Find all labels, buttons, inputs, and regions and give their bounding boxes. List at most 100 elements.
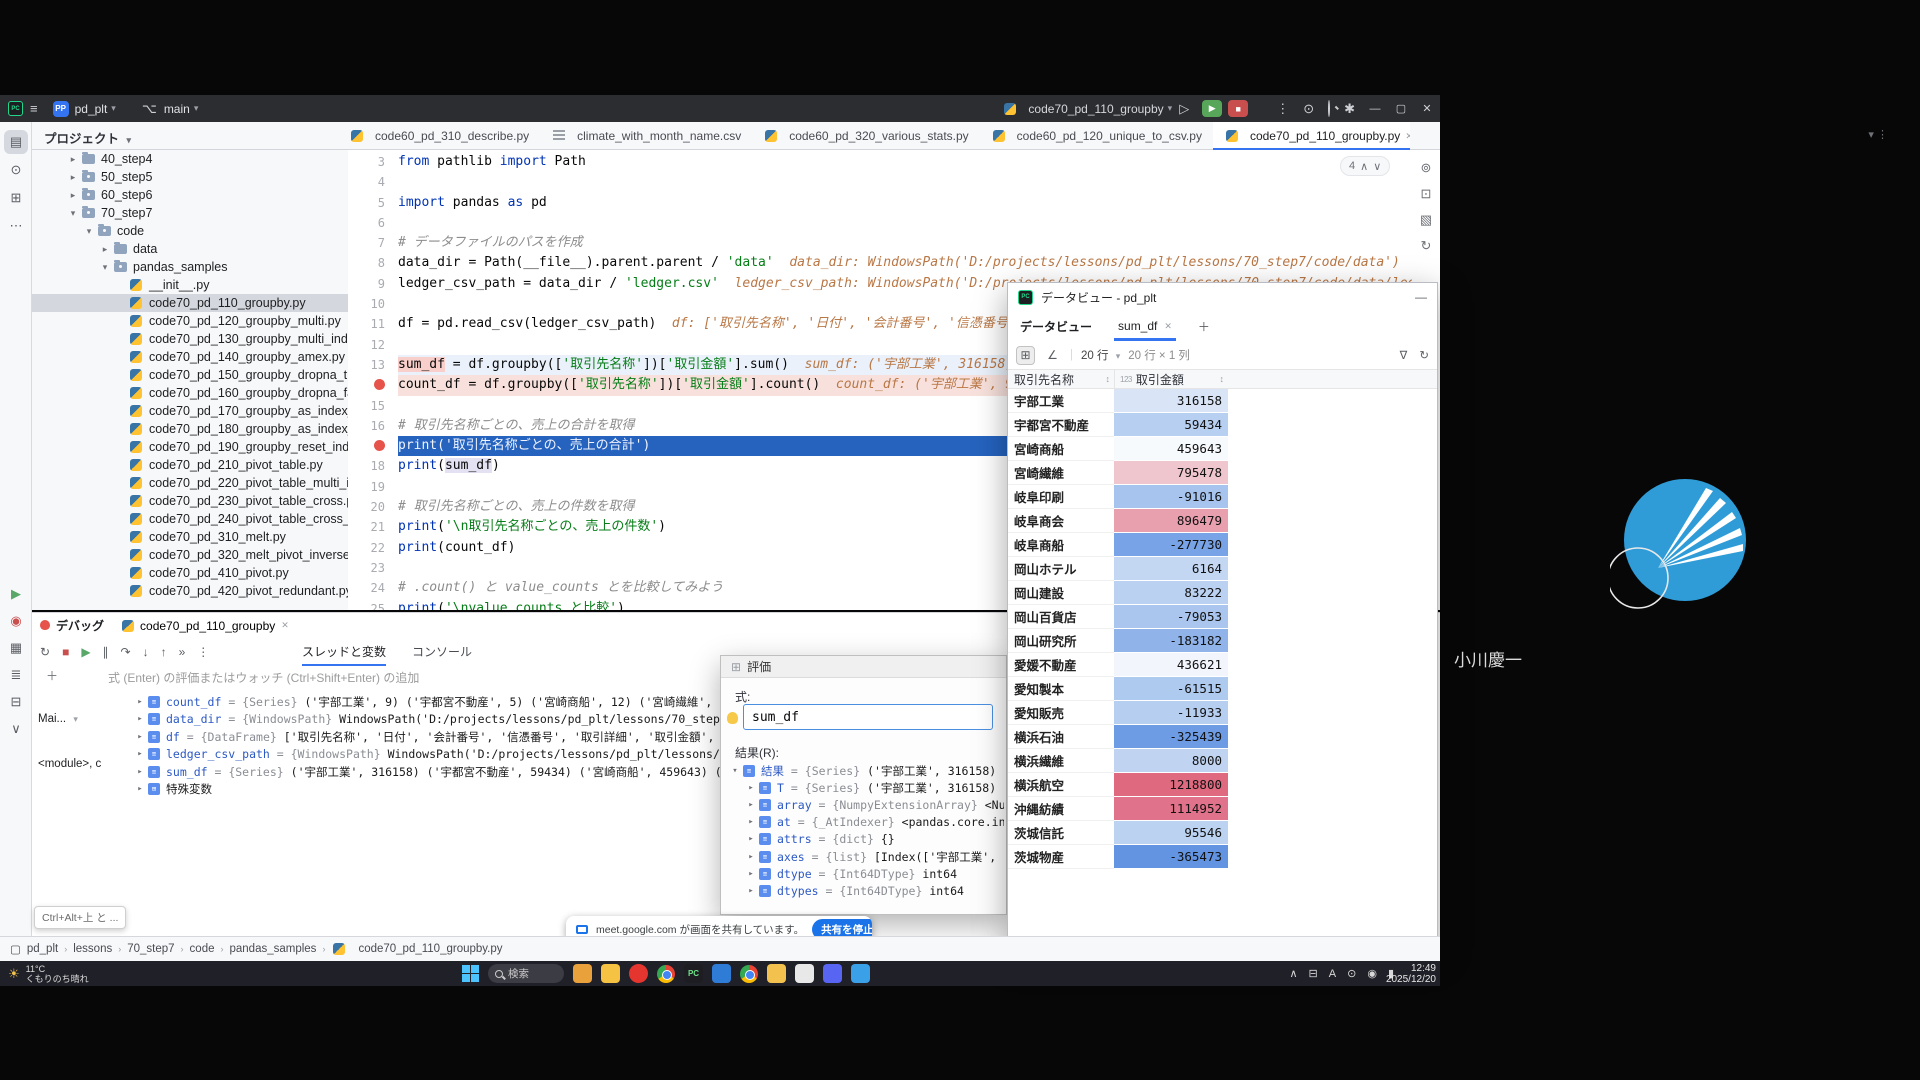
commit-icon[interactable]: ⊙ bbox=[4, 158, 28, 182]
result-row[interactable]: ▸≡attrs = {dict} {} bbox=[727, 831, 1004, 848]
line-number[interactable]: 24 bbox=[348, 578, 398, 598]
run-icon[interactable]: ▶ bbox=[4, 582, 28, 606]
inspections-widget[interactable]: 4 ∧∨ bbox=[1340, 156, 1390, 176]
result-row[interactable]: ▸≡T = {Series} ('宇部工業', 316158) ('宇都宮不動産… bbox=[727, 779, 1004, 796]
cell-value[interactable]: -325439 bbox=[1114, 725, 1228, 749]
tree-item-code70_pd_410_pivot.py[interactable]: code70_pd_410_pivot.py bbox=[32, 564, 348, 582]
project-icon[interactable]: ▤ bbox=[4, 130, 28, 154]
chrome-icon[interactable] bbox=[657, 965, 675, 983]
code-text[interactable]: import pandas as pd bbox=[398, 193, 1440, 213]
expand-chevron-icon[interactable]: ▸ bbox=[743, 800, 759, 810]
tray-ime-icon[interactable]: A bbox=[1329, 968, 1336, 980]
maximize-button[interactable]: ▢ bbox=[1388, 95, 1414, 122]
tree-item-code70_pd_170_groupby_as_index_true.py[interactable]: code70_pd_170_groupby_as_index_true.py bbox=[32, 402, 348, 420]
refresh-icon[interactable]: ↻ bbox=[1419, 348, 1429, 362]
tab-close-icon[interactable]: ✕ bbox=[1405, 131, 1410, 142]
cell-value[interactable]: 6164 bbox=[1114, 557, 1228, 581]
main-menu-icon[interactable]: ≡ bbox=[30, 101, 38, 116]
tree-item-code70_pd_220_pivot_table_multi_index.py[interactable]: code70_pd_220_pivot_table_multi_index.py bbox=[32, 474, 348, 492]
expression-input[interactable]: sum_df bbox=[743, 704, 993, 730]
rerun-icon[interactable]: ↻ bbox=[40, 645, 50, 659]
evaluate-dialog-titlebar[interactable]: ⊞ 評価 bbox=[721, 656, 1006, 678]
line-number[interactable]: 6 bbox=[348, 213, 398, 233]
expand-chevron-icon[interactable]: ▸ bbox=[743, 869, 759, 879]
run-to-cursor-icon[interactable]: » bbox=[179, 645, 186, 659]
step-out-icon[interactable]: ↑ bbox=[161, 645, 167, 659]
filter-icon[interactable]: ∇ bbox=[1400, 348, 1408, 362]
problems-icon[interactable]: ⊟ bbox=[4, 690, 28, 714]
line-number[interactable]: 4 bbox=[348, 172, 398, 192]
table-row[interactable]: 岐阜商会896479 bbox=[1008, 509, 1437, 533]
tree-item-code70_pd_140_groupby_amex.py[interactable]: code70_pd_140_groupby_amex.py bbox=[32, 348, 348, 366]
cell-name[interactable]: 横浜航空 bbox=[1008, 773, 1114, 797]
cell-name[interactable]: 愛知販売 bbox=[1008, 701, 1114, 725]
cell-name[interactable]: 岐阜商会 bbox=[1008, 509, 1114, 533]
tab-overflow-icons[interactable]: ▾ ⋮ bbox=[1868, 128, 1888, 141]
cell-name[interactable]: 横浜繊維 bbox=[1008, 749, 1114, 773]
debug-button[interactable]: ▶ bbox=[1202, 100, 1222, 117]
taskbar-clock[interactable]: 12:492025/12/20 bbox=[1386, 963, 1436, 985]
close-button[interactable]: ✕ bbox=[1414, 95, 1440, 122]
line-number[interactable]: 22 bbox=[348, 538, 398, 558]
terminal-icon[interactable]: ≣ bbox=[4, 663, 28, 687]
tree-chevron-icon[interactable]: ▸ bbox=[66, 190, 80, 201]
cell-name[interactable]: 宇部工業 bbox=[1008, 389, 1114, 413]
tree-item-pandas_samples[interactable]: ▾pandas_samples bbox=[32, 258, 348, 276]
cell-value[interactable]: -183182 bbox=[1114, 629, 1228, 653]
tree-item-code70_pd_310_melt.py[interactable]: code70_pd_310_melt.py bbox=[32, 528, 348, 546]
expand-chevron-icon[interactable]: ▸ bbox=[132, 784, 148, 794]
tab-console[interactable]: コンソール bbox=[412, 643, 472, 664]
cell-name[interactable]: 宮崎繊維 bbox=[1008, 461, 1114, 485]
tree-item-code70_pd_150_groupby_dropna_true.py[interactable]: code70_pd_150_groupby_dropna_true.py bbox=[32, 366, 348, 384]
cell-value[interactable]: 1114952 bbox=[1114, 797, 1228, 821]
expand-chevron-icon[interactable]: ▸ bbox=[132, 767, 148, 777]
step-into-icon[interactable]: ↓ bbox=[143, 645, 149, 659]
line-number[interactable]: 10 bbox=[348, 294, 398, 314]
tree-item-code70_pd_120_groupby_multi.py[interactable]: code70_pd_120_groupby_multi.py bbox=[32, 312, 348, 330]
collapse-icon[interactable]: ∨ bbox=[4, 717, 28, 741]
tree-item-code70_pd_160_groupby_dropna_false.py[interactable]: code70_pd_160_groupby_dropna_false.py bbox=[32, 384, 348, 402]
table-row[interactable]: 愛媛不動産436621 bbox=[1008, 653, 1437, 677]
table-body[interactable]: 宇部工業316158宇都宮不動産59434宮崎商船459643宮崎繊維79547… bbox=[1008, 389, 1437, 869]
table-row[interactable]: 宇部工業316158 bbox=[1008, 389, 1437, 413]
cell-name[interactable]: 茨城信託 bbox=[1008, 821, 1114, 845]
tab-debug-session[interactable]: code70_pd_110_groupby ✕ bbox=[122, 619, 289, 633]
notepad-icon[interactable] bbox=[795, 964, 814, 983]
line-number[interactable]: 3 bbox=[348, 152, 398, 172]
stop-button[interactable]: ■ bbox=[1228, 100, 1248, 117]
cell-value[interactable]: 8000 bbox=[1114, 749, 1228, 773]
tree-chevron-icon[interactable]: ▸ bbox=[98, 244, 112, 255]
tree-chevron-icon[interactable]: ▸ bbox=[66, 154, 80, 165]
cell-value[interactable]: -91016 bbox=[1114, 485, 1228, 509]
breadcrumb-pandas_samples[interactable]: pandas_samples bbox=[229, 943, 316, 955]
store-icon[interactable] bbox=[712, 964, 731, 983]
thread-selector[interactable]: Mai... ▾ bbox=[38, 713, 130, 725]
cell-name[interactable]: 岡山建設 bbox=[1008, 581, 1114, 605]
expand-chevron-icon[interactable]: ▸ bbox=[743, 817, 759, 827]
chart-view-icon[interactable]: ∠ bbox=[1043, 346, 1062, 365]
tree-item-code70_pd_210_pivot_table.py[interactable]: code70_pd_210_pivot_table.py bbox=[32, 456, 348, 474]
table-header[interactable]: 取引先名称↕ 123取引金額↕ bbox=[1008, 369, 1437, 389]
settings-icon[interactable]: ✱ bbox=[1344, 101, 1355, 117]
table-row[interactable]: 岐阜印刷-91016 bbox=[1008, 485, 1437, 509]
result-row[interactable]: ▸≡array = {NumpyExtensionArray} <NumpyEx… bbox=[727, 796, 1004, 813]
table-row[interactable]: 愛知製本-61515 bbox=[1008, 677, 1437, 701]
dataview-titlebar[interactable]: PC データビュー - pd_plt — bbox=[1008, 283, 1437, 311]
line-number[interactable]: 15 bbox=[348, 396, 398, 416]
table-row[interactable]: 宮崎繊維795478 bbox=[1008, 461, 1437, 485]
expand-chevron-icon[interactable]: ▸ bbox=[743, 783, 759, 793]
cell-name[interactable]: 茨城物産 bbox=[1008, 845, 1114, 869]
line-number[interactable]: 16 bbox=[348, 416, 398, 436]
widgets-icon[interactable] bbox=[573, 964, 592, 983]
cell-value[interactable]: 316158 bbox=[1114, 389, 1228, 413]
stack-frame[interactable]: <module>, c bbox=[38, 758, 130, 770]
result-row[interactable]: ▸≡at = {_AtIndexer} <pandas.core.indexin… bbox=[727, 814, 1004, 831]
system-tray[interactable]: ∧⊟A⊙◉▮ bbox=[1289, 967, 1394, 980]
breakpoint-icon[interactable] bbox=[348, 436, 398, 456]
line-number[interactable]: 8 bbox=[348, 253, 398, 273]
tree-item-code70_pd_110_groupby.py[interactable]: code70_pd_110_groupby.py bbox=[32, 294, 348, 312]
cell-value[interactable]: 1218800 bbox=[1114, 773, 1228, 797]
expand-chevron-icon[interactable]: ▸ bbox=[743, 834, 759, 844]
gradient-icon[interactable]: ▧ bbox=[1412, 212, 1440, 228]
code-text[interactable]: data_dir = Path(__file__).parent.parent … bbox=[398, 253, 1440, 273]
